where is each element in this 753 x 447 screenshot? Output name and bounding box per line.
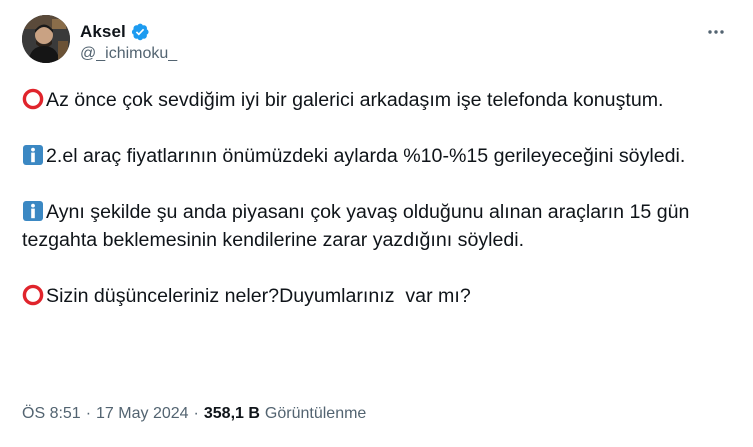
tweet: Aksel @_ichimoku_ Az önce çok sevdiğim i… xyxy=(0,0,753,447)
tweet-text: Az önce çok sevdiğim iyi bir galerici ar… xyxy=(22,86,732,310)
hollow-red-circle-icon xyxy=(22,88,44,110)
paragraph-text: Az önce çok sevdiğim iyi bir galerici ar… xyxy=(46,89,664,111)
tweet-paragraph: Sizin düşünceleriniz neler?Duyumlarınız … xyxy=(22,282,732,310)
tweet-paragraph: 2.el araç fiyatlarının önümüzdeki aylard… xyxy=(22,142,732,170)
tweet-time: ÖS 8:51 xyxy=(22,405,81,422)
tweet-header: Aksel @_ichimoku_ xyxy=(22,15,735,71)
avatar[interactable] xyxy=(22,15,70,63)
more-options-icon[interactable] xyxy=(703,19,729,45)
hollow-red-circle-icon xyxy=(22,284,44,306)
views-count[interactable]: 358,1 B xyxy=(204,405,260,423)
information-icon xyxy=(23,145,43,165)
verified-badge-icon[interactable] xyxy=(130,22,150,42)
author-display-name[interactable]: Aksel xyxy=(80,22,126,42)
paragraph-text: Sizin düşünceleriniz neler?Duyumlarınız … xyxy=(46,285,471,307)
separator: · xyxy=(193,405,199,422)
author-names: Aksel @_ichimoku_ xyxy=(80,21,177,71)
name-row: Aksel xyxy=(80,21,177,43)
tweet-meta: ÖS 8:51 · 17 May 2024 · 358,1 B Görüntülen… xyxy=(22,405,366,423)
tweet-time-link[interactable]: ÖS 8:51 · 17 May 2024 xyxy=(22,405,189,423)
tweet-paragraph: Aynı şekilde şu anda piyasanı çok yavaş … xyxy=(22,198,732,254)
tweet-date: 17 May 2024 xyxy=(96,405,189,422)
author-handle[interactable]: @_ichimoku_ xyxy=(80,45,177,63)
information-icon xyxy=(23,201,43,221)
paragraph-text: 2.el araç fiyatlarının önümüzdeki aylard… xyxy=(46,145,686,167)
separator: · xyxy=(85,405,92,422)
paragraph-text: Aynı şekilde şu anda piyasanı çok yavaş … xyxy=(22,201,690,251)
tweet-paragraph: Az önce çok sevdiğim iyi bir galerici ar… xyxy=(22,86,732,114)
views-label: Görüntülenme xyxy=(264,405,367,422)
